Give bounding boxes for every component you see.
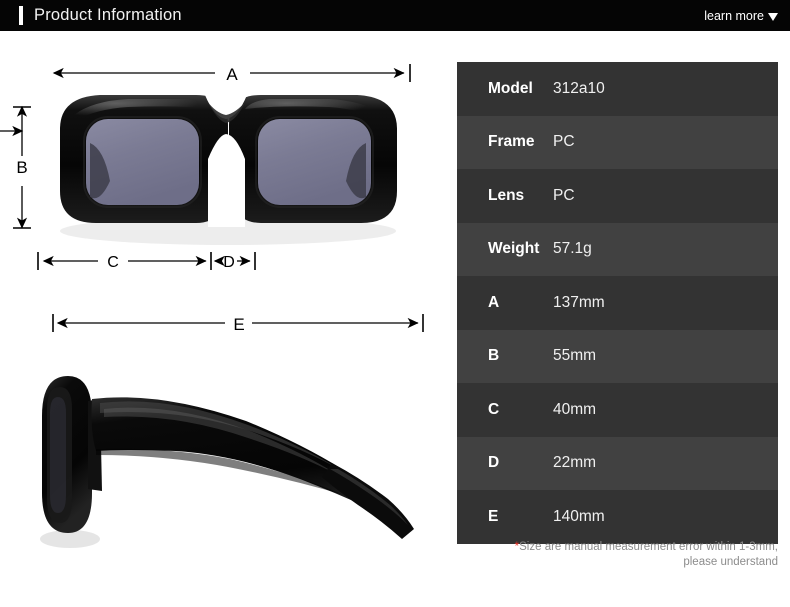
product-diagram-panel: A B C D E <box>0 31 452 607</box>
spec-label: Model <box>488 79 533 97</box>
dimension-label-e: E <box>233 315 244 334</box>
header-accent-bar <box>19 6 23 25</box>
sunglasses-side-view <box>40 376 414 548</box>
spec-value: 137mm <box>553 293 605 311</box>
dimension-label-b: B <box>16 158 27 177</box>
table-row: A 137mm <box>457 276 778 330</box>
dimension-line-b: B <box>0 105 31 229</box>
table-row: D 22mm <box>457 436 778 490</box>
page-title: Product Information <box>34 6 182 24</box>
table-row: Frame PC <box>457 115 778 169</box>
measurement-note-line-2: please understand <box>683 556 778 568</box>
measurement-note: *Size are manual measurement error withi… <box>457 540 778 570</box>
spec-value: 22mm <box>553 454 597 472</box>
table-row: C 40mm <box>457 383 778 437</box>
sunglasses-front-view <box>60 91 397 245</box>
dimension-line-c: C <box>37 252 207 271</box>
table-row: B 55mm <box>457 329 778 383</box>
learn-more-button[interactable]: learn more <box>704 9 778 23</box>
product-diagram-svg: A B C D E <box>0 64 424 548</box>
chevron-down-icon <box>768 12 778 21</box>
spec-table: Model 312a10 Frame PC Lens PC Weight 57.… <box>457 62 778 544</box>
learn-more-label: learn more <box>704 8 764 23</box>
dimension-line-a: A <box>52 64 411 84</box>
side-temple-tip <box>322 463 414 539</box>
measurement-note-line-1: *Size are manual measurement error withi… <box>457 540 778 555</box>
spec-value: 140mm <box>553 507 605 525</box>
header-bar: Product Information learn more <box>0 0 790 31</box>
dimension-line-e: E <box>52 314 424 334</box>
spec-label: B <box>488 347 500 365</box>
table-row: E 140mm <box>457 490 778 544</box>
spec-label: E <box>488 507 499 525</box>
spec-label: Frame <box>488 133 535 151</box>
dimension-label-c: C <box>107 254 119 271</box>
spec-value: 57.1g <box>553 240 592 258</box>
dimension-label-d: D <box>223 254 235 271</box>
dimension-label-a: A <box>226 65 238 84</box>
spec-label: Lens <box>488 186 525 204</box>
spec-label: C <box>488 400 500 418</box>
spec-value: PC <box>553 133 575 151</box>
spec-value: 40mm <box>553 400 597 418</box>
spec-label: D <box>488 454 500 472</box>
dimension-line-d: D <box>210 252 256 271</box>
measurement-note-text-1: Size are manual measurement error within… <box>519 541 778 553</box>
table-row: Model 312a10 <box>457 62 778 116</box>
table-row: Weight 57.1g <box>457 222 778 276</box>
table-row: Lens PC <box>457 169 778 223</box>
spec-label: Weight <box>488 240 540 258</box>
spec-value: 55mm <box>553 347 597 365</box>
spec-value: 312a10 <box>553 79 605 97</box>
spec-value: PC <box>553 186 575 204</box>
spec-label: A <box>488 293 500 311</box>
